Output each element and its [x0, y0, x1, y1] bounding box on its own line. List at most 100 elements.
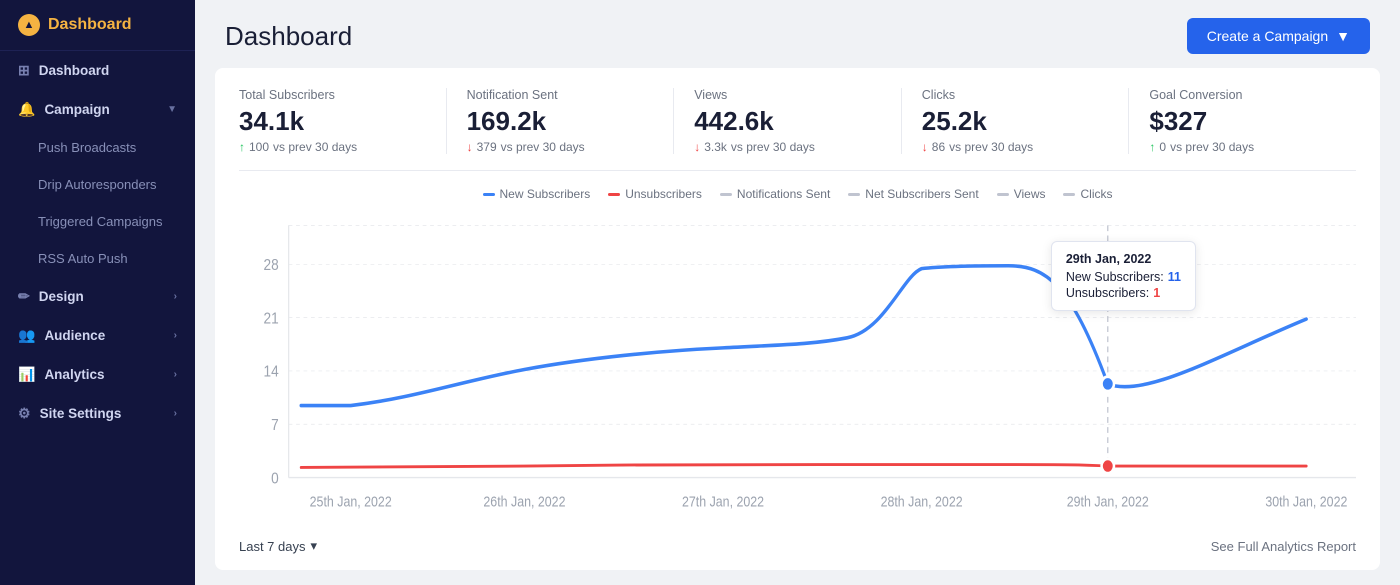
legend-label-views: Views — [1014, 187, 1046, 201]
sidebar-item-campaign[interactable]: 🔔 Campaign ▼ — [0, 90, 195, 129]
chart-legend: New Subscribers Unsubscribers Notificati… — [239, 187, 1356, 201]
red-dot — [1102, 459, 1114, 473]
stat-change-val-3: 86 — [932, 140, 945, 154]
sidebar-item-dashboard[interactable]: ⊞ Dashboard — [0, 51, 195, 90]
svg-text:27th Jan, 2022: 27th Jan, 2022 — [682, 494, 764, 510]
sidebar-logo[interactable]: ▲ Dashboard — [0, 0, 195, 51]
sidebar-item-push-broadcasts[interactable]: Push Broadcasts — [0, 129, 195, 166]
legend-dot-notifications-sent — [720, 193, 732, 196]
stat-change-val-2: 3.3k — [704, 140, 727, 154]
stat-change-text-1: vs prev 30 days — [501, 140, 585, 154]
stat-label-3: Clicks — [922, 88, 1109, 102]
stats-row: Total Subscribers 34.1k ↑ 100 vs prev 30… — [239, 88, 1356, 171]
sidebar-item-rss-auto-push[interactable]: RSS Auto Push — [0, 240, 195, 277]
stat-change-text-0: vs prev 30 days — [273, 140, 357, 154]
stat-change-arrow-2: ↓ — [694, 140, 700, 154]
period-selector-button[interactable]: Last 7 days ▾ — [239, 538, 317, 554]
stat-value-2: 442.6k — [694, 106, 881, 137]
rss-auto-push-label: RSS Auto Push — [38, 251, 128, 266]
dashboard-card: Total Subscribers 34.1k ↑ 100 vs prev 30… — [215, 68, 1380, 570]
legend-unsubscribers: Unsubscribers — [608, 187, 702, 201]
sidebar-item-design[interactable]: ✏ Design › — [0, 277, 195, 316]
full-analytics-report-link[interactable]: See Full Analytics Report — [1211, 539, 1356, 554]
stat-change-text-2: vs prev 30 days — [731, 140, 815, 154]
dashboard-icon: ⊞ — [18, 62, 30, 79]
chevron-right-icon-settings: › — [174, 408, 177, 419]
chevron-right-icon-audience: › — [174, 330, 177, 341]
sidebar-audience-label: Audience — [44, 328, 105, 343]
stat-views: Views 442.6k ↓ 3.3k vs prev 30 days — [694, 88, 902, 154]
legend-label-notifications-sent: Notifications Sent — [737, 187, 830, 201]
period-label: Last 7 days — [239, 539, 306, 554]
sidebar-analytics-label: Analytics — [44, 367, 104, 382]
svg-text:28: 28 — [264, 257, 279, 274]
chevron-right-icon-analytics: › — [174, 369, 177, 380]
create-campaign-button[interactable]: Create a Campaign ▼ — [1187, 18, 1370, 54]
chart-footer: Last 7 days ▾ See Full Analytics Report — [239, 528, 1356, 554]
logo-icon: ▲ — [18, 14, 40, 36]
stat-goal-conversion: Goal Conversion $327 ↑ 0 vs prev 30 days — [1149, 88, 1356, 154]
svg-text:0: 0 — [271, 470, 279, 487]
create-campaign-label: Create a Campaign — [1207, 28, 1328, 44]
stat-clicks: Clicks 25.2k ↓ 86 vs prev 30 days — [922, 88, 1130, 154]
sidebar: ▲ Dashboard ⊞ Dashboard 🔔 Campaign ▼ Pus… — [0, 0, 195, 585]
svg-text:21: 21 — [264, 311, 279, 328]
settings-icon: ⚙ — [18, 405, 31, 422]
legend-dot-net-subscribers — [848, 193, 860, 196]
stat-change-4: ↑ 0 vs prev 30 days — [1149, 140, 1336, 154]
triggered-campaigns-label: Triggered Campaigns — [38, 214, 163, 229]
push-broadcasts-label: Push Broadcasts — [38, 140, 136, 155]
legend-label-new-subscribers: New Subscribers — [500, 187, 591, 201]
legend-label-unsubscribers: Unsubscribers — [625, 187, 702, 201]
stat-change-3: ↓ 86 vs prev 30 days — [922, 140, 1109, 154]
sidebar-item-drip-autoresponders[interactable]: Drip Autoresponders — [0, 166, 195, 203]
chart-area: 0 7 14 21 28 25th Jan, 2022 26th Jan, 20… — [239, 211, 1356, 528]
sidebar-settings-label: Site Settings — [40, 406, 122, 421]
stat-value-3: 25.2k — [922, 106, 1109, 137]
stat-change-text-4: vs prev 30 days — [1170, 140, 1254, 154]
svg-text:28th Jan, 2022: 28th Jan, 2022 — [881, 494, 963, 510]
svg-text:25th Jan, 2022: 25th Jan, 2022 — [310, 494, 392, 510]
legend-dot-clicks — [1063, 193, 1075, 196]
chevron-right-icon-design: › — [174, 291, 177, 302]
stat-value-0: 34.1k — [239, 106, 426, 137]
stat-change-1: ↓ 379 vs prev 30 days — [467, 140, 654, 154]
stat-change-arrow-4: ↑ — [1149, 140, 1155, 154]
stat-change-arrow-3: ↓ — [922, 140, 928, 154]
legend-dot-views — [997, 193, 1009, 196]
stat-change-0: ↑ 100 vs prev 30 days — [239, 140, 426, 154]
svg-text:30th Jan, 2022: 30th Jan, 2022 — [1265, 494, 1347, 510]
page-title: Dashboard — [225, 21, 352, 52]
legend-net-subscribers: Net Subscribers Sent — [848, 187, 978, 201]
svg-text:7: 7 — [271, 417, 279, 434]
sidebar-item-site-settings[interactable]: ⚙ Site Settings › — [0, 394, 195, 433]
chevron-down-icon: ▼ — [167, 104, 177, 115]
stat-change-val-4: 0 — [1159, 140, 1166, 154]
sidebar-item-audience[interactable]: 👥 Audience › — [0, 316, 195, 355]
sidebar-item-analytics[interactable]: 📊 Analytics › — [0, 355, 195, 394]
legend-new-subscribers: New Subscribers — [483, 187, 591, 201]
main-content: Dashboard Create a Campaign ▼ Total Subs… — [195, 0, 1400, 585]
legend-label-clicks: Clicks — [1080, 187, 1112, 201]
sidebar-dashboard-label: Dashboard — [39, 63, 110, 78]
stat-change-val-0: 100 — [249, 140, 269, 154]
analytics-icon: 📊 — [18, 366, 35, 383]
campaign-icon: 🔔 — [18, 101, 35, 118]
sidebar-logo-label: Dashboard — [48, 16, 132, 34]
legend-dot-new-subscribers — [483, 193, 495, 196]
stat-change-arrow-1: ↓ — [467, 140, 473, 154]
stat-label-0: Total Subscribers — [239, 88, 426, 102]
audience-icon: 👥 — [18, 327, 35, 344]
stat-label-4: Goal Conversion — [1149, 88, 1336, 102]
stat-change-2: ↓ 3.3k vs prev 30 days — [694, 140, 881, 154]
sidebar-item-triggered-campaigns[interactable]: Triggered Campaigns — [0, 203, 195, 240]
legend-views: Views — [997, 187, 1046, 201]
blue-dot — [1102, 377, 1114, 391]
svg-text:26th Jan, 2022: 26th Jan, 2022 — [483, 494, 565, 510]
sidebar-design-label: Design — [39, 289, 84, 304]
svg-text:14: 14 — [264, 364, 279, 381]
stat-change-arrow-0: ↑ — [239, 140, 245, 154]
stat-change-text-3: vs prev 30 days — [949, 140, 1033, 154]
stat-label-1: Notification Sent — [467, 88, 654, 102]
legend-dot-unsubscribers — [608, 193, 620, 196]
